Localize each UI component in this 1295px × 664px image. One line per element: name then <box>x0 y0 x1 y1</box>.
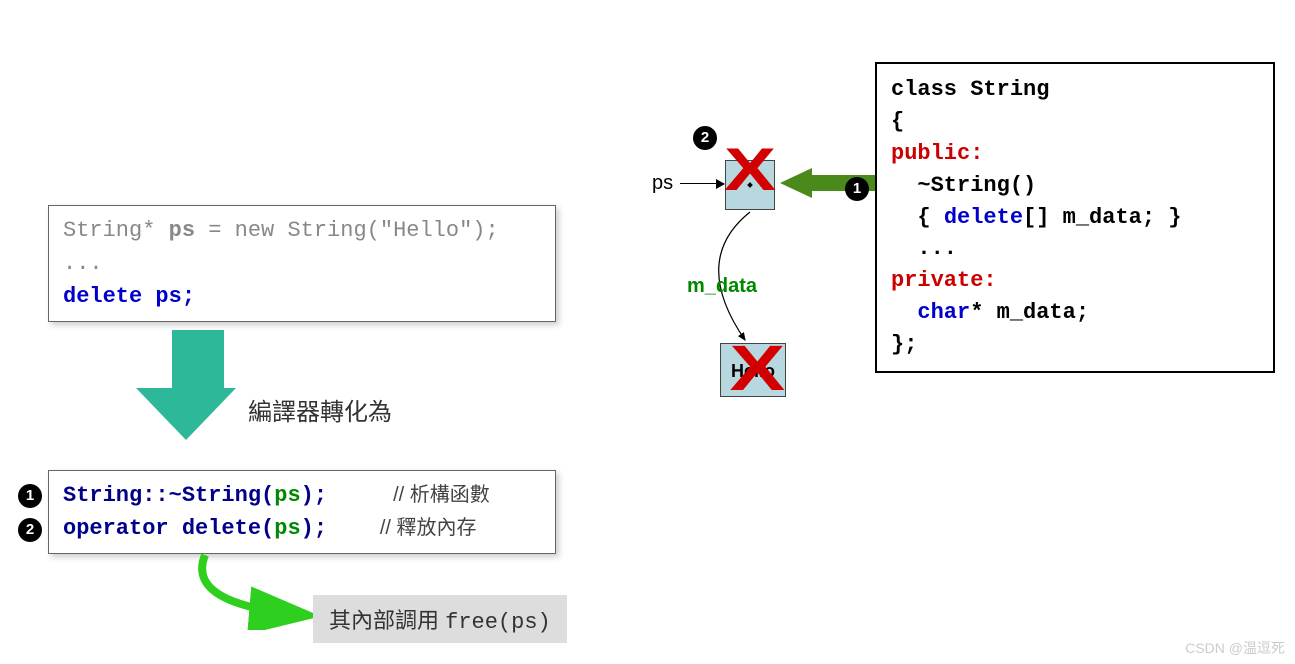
code-var: ps <box>274 516 300 541</box>
code-line: ~String() <box>891 170 1259 202</box>
number-badge-2: 2 <box>693 126 717 150</box>
code-text: ); <box>301 516 327 541</box>
down-arrow-icon <box>160 330 236 440</box>
code-comment: // 析構函數 <box>393 484 490 506</box>
hello-text: Hello <box>721 344 785 398</box>
code-text: operator delete <box>63 516 261 541</box>
ps-label: ps <box>652 172 673 195</box>
code-text: = new String("Hello"); <box>195 218 499 243</box>
code-line: private: <box>891 265 1259 297</box>
code-var: ps <box>274 483 300 508</box>
number-badge-1: 1 <box>18 484 42 508</box>
code-text: ); <box>301 483 327 508</box>
code-text: String::~String <box>63 483 261 508</box>
code-box-compiled: String::~String(ps); // 析構函數 operator de… <box>48 470 556 554</box>
code-line: String* ps = new String("Hello"); <box>63 214 541 247</box>
arrow-icon <box>680 183 724 184</box>
code-box-class: class String { public: ~String() { delet… <box>875 62 1275 373</box>
code-line: class String <box>891 74 1259 106</box>
code-line: operator delete(ps); // 釋放內存 <box>63 512 541 545</box>
code-var: ps <box>169 218 195 243</box>
code-box-source: String* ps = new String("Hello"); ... de… <box>48 205 556 322</box>
code-text: free(ps) <box>445 610 551 635</box>
number-badge-1: 1 <box>845 177 869 201</box>
code-line: String::~String(ps); // 析構函數 <box>63 479 541 512</box>
code-line: { delete[] m_data; } <box>891 202 1259 234</box>
code-var: ps; <box>155 284 195 309</box>
code-comment: // 釋放內存 <box>380 517 477 539</box>
code-line: { <box>891 106 1259 138</box>
compiler-label: 編譯器轉化為 <box>248 392 392 427</box>
code-text: ( <box>261 516 274 541</box>
code-line: }; <box>891 329 1259 361</box>
code-line: ... <box>891 233 1259 265</box>
mdata-label: m_data <box>687 275 757 298</box>
code-line: char* m_data; <box>891 297 1259 329</box>
curved-arrow-icon <box>180 550 330 630</box>
watermark: CSDN @温逗死 <box>1185 638 1285 658</box>
code-text: ... <box>63 251 103 276</box>
code-line: ... <box>63 247 541 280</box>
data-box: Hello <box>720 343 786 397</box>
pointer-box <box>725 160 775 210</box>
code-text: ( <box>261 483 274 508</box>
free-call-box: 其內部調用 free(ps) <box>313 595 567 643</box>
label-text: 其內部調用 <box>329 608 445 633</box>
code-keyword: delete <box>63 284 155 309</box>
code-line: delete ps; <box>63 280 541 313</box>
number-badge-2: 2 <box>18 518 42 542</box>
code-line: public: <box>891 138 1259 170</box>
code-text: String* <box>63 218 169 243</box>
